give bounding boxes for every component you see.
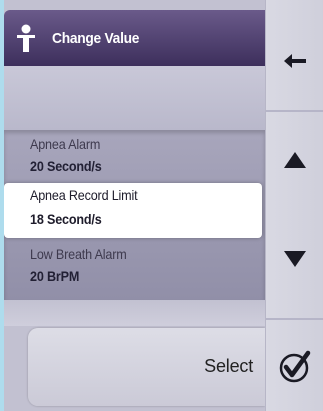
spacer-band-lower [4, 300, 265, 326]
spacer-band [4, 66, 265, 130]
list-item-low-breath-alarm[interactable]: Low Breath Alarm 20 BrPM [4, 240, 265, 292]
list-item-value: 18 Second/s [30, 211, 102, 227]
list-item-value: 20 BrPM [30, 268, 80, 284]
list-item-value: 20 Second/s [30, 158, 102, 174]
scroll-up-button[interactable] [266, 120, 323, 200]
divider [266, 318, 323, 320]
list-item-label: Apnea Alarm [30, 136, 101, 152]
device-screen: Change Value Apnea Alarm 20 Second/s Apn… [4, 0, 323, 411]
value-list: Apnea Alarm 20 Second/s Apnea Record Lim… [4, 130, 265, 300]
page-title: Change Value [52, 29, 140, 47]
person-icon [17, 24, 35, 52]
scroll-down-button[interactable] [266, 218, 323, 300]
triangle-up-icon [284, 152, 306, 168]
arrow-left-icon [284, 54, 306, 68]
divider [266, 110, 323, 112]
confirm-button[interactable] [266, 328, 323, 406]
list-item-apnea-alarm[interactable]: Apnea Alarm 20 Second/s [4, 130, 265, 182]
side-button-bar [265, 0, 323, 411]
list-item-apnea-record-limit[interactable]: Apnea Record Limit 18 Second/s [4, 183, 262, 238]
triangle-down-icon [284, 251, 306, 267]
header-bar: Change Value [4, 10, 265, 66]
select-button[interactable]: Select [28, 328, 265, 406]
select-button-label: Select [204, 356, 253, 376]
back-button[interactable] [266, 20, 323, 102]
main-panel: Change Value Apnea Alarm 20 Second/s Apn… [4, 0, 265, 411]
list-item-label: Low Breath Alarm [30, 246, 127, 262]
checkmark-circle-icon [279, 350, 311, 383]
list-item-label: Apnea Record Limit [30, 187, 138, 203]
